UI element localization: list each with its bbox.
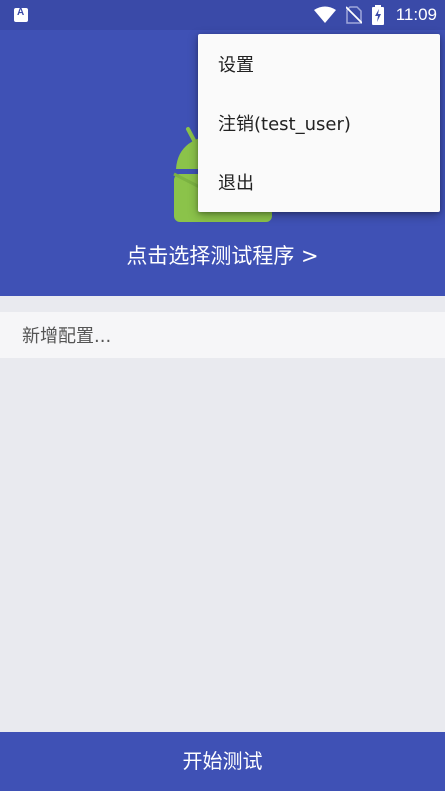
status-icons: 11:09 <box>313 4 437 26</box>
wifi-icon <box>313 6 336 23</box>
status-time: 11:09 <box>395 5 437 24</box>
menu-item-settings[interactable]: 设置 <box>198 34 440 93</box>
status-bar: 11:09 <box>0 0 445 30</box>
add-config-label: 新增配置... <box>22 326 112 347</box>
menu-item-exit[interactable]: 退出 <box>198 152 440 211</box>
battery-charging-icon <box>371 5 384 25</box>
overflow-menu: 设置 注销(test_user) 退出 <box>198 34 440 212</box>
notification-a-icon <box>14 7 28 22</box>
add-config-row[interactable]: 新增配置... <box>0 312 445 358</box>
start-test-button[interactable]: 开始测试 <box>0 732 445 791</box>
no-sim-icon <box>345 6 362 24</box>
select-program-button[interactable]: 点击选择测试程序 > <box>0 240 445 270</box>
menu-item-logout[interactable]: 注销(test_user) <box>198 93 440 152</box>
